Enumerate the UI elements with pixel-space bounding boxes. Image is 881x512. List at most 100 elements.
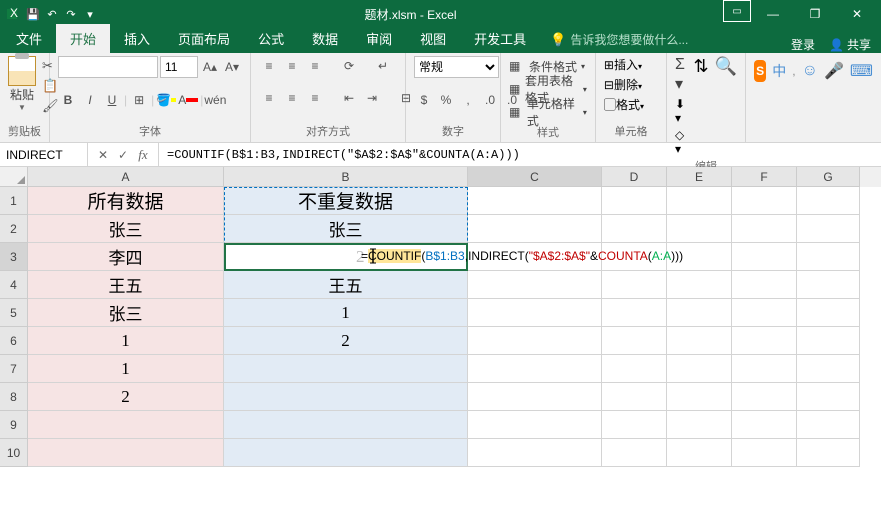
tab-home[interactable]: 开始 <box>56 24 110 53</box>
enter-formula-icon[interactable]: ✓ <box>114 148 132 162</box>
save-icon[interactable]: 💾 <box>25 6 41 22</box>
row-header-6[interactable]: 6 <box>0 327 28 355</box>
bold-button[interactable]: B <box>58 90 78 110</box>
row-header-1[interactable]: 1 <box>0 187 28 215</box>
cell-c7[interactable] <box>468 355 602 383</box>
cell-e2[interactable] <box>667 215 732 243</box>
row-header-4[interactable]: 4 <box>0 271 28 299</box>
row-header-2[interactable]: 2 <box>0 215 28 243</box>
cell-a1[interactable]: 所有数据 <box>28 187 224 215</box>
cell-f2[interactable] <box>732 215 797 243</box>
sort-filter-icon[interactable]: ⇅ <box>693 56 708 77</box>
orientation-icon[interactable]: ⟳ <box>339 56 359 76</box>
restore-button[interactable]: ❐ <box>795 0 835 28</box>
row-header-8[interactable]: 8 <box>0 383 28 411</box>
sogou-ime-icon[interactable]: S <box>754 60 766 82</box>
cell-d6[interactable] <box>602 327 667 355</box>
align-center-icon[interactable]: ≡ <box>282 88 302 108</box>
cell-g2[interactable] <box>797 215 860 243</box>
cell-g10[interactable] <box>797 439 860 467</box>
cell-c6[interactable] <box>468 327 602 355</box>
tab-data[interactable]: 数据 <box>298 24 352 53</box>
qat-dropdown-icon[interactable]: ▾ <box>82 6 98 22</box>
ime-chinese-icon[interactable]: 中 <box>772 61 786 81</box>
cell-c10[interactable] <box>468 439 602 467</box>
accounting-format-icon[interactable]: $ <box>414 90 434 110</box>
cell-g4[interactable] <box>797 271 860 299</box>
align-left-icon[interactable]: ≡ <box>259 88 279 108</box>
cancel-formula-icon[interactable]: ✕ <box>94 148 112 162</box>
increase-indent-icon[interactable]: ⇥ <box>362 88 382 108</box>
cell-f7[interactable] <box>732 355 797 383</box>
spreadsheet-grid[interactable]: A B C D E F G 1 2 3 4 5 6 7 8 9 10 所有数据 … <box>0 167 881 512</box>
cell-d2[interactable] <box>602 215 667 243</box>
cell-e1[interactable] <box>667 187 732 215</box>
cell-f9[interactable] <box>732 411 797 439</box>
comma-format-icon[interactable]: , <box>458 90 478 110</box>
tab-file[interactable]: 文件 <box>2 24 56 53</box>
cell-f6[interactable] <box>732 327 797 355</box>
fill-color-button[interactable]: 🪣 <box>156 90 176 110</box>
col-header-g[interactable]: G <box>797 167 860 187</box>
cell-f1[interactable] <box>732 187 797 215</box>
minimize-button[interactable]: — <box>753 0 793 28</box>
cell-b8[interactable] <box>224 383 468 411</box>
cell-d8[interactable] <box>602 383 667 411</box>
cell-d4[interactable] <box>602 271 667 299</box>
tab-developer[interactable]: 开发工具 <box>460 24 540 53</box>
cell-g5[interactable] <box>797 299 860 327</box>
row-header-5[interactable]: 5 <box>0 299 28 327</box>
row-header-9[interactable]: 9 <box>0 411 28 439</box>
align-right-icon[interactable]: ≡ <box>305 88 325 108</box>
tell-me-search[interactable]: 💡告诉我您想要做什么... <box>540 26 791 53</box>
cell-d7[interactable] <box>602 355 667 383</box>
cell-d10[interactable] <box>602 439 667 467</box>
cell-a4[interactable]: 王五 <box>28 271 224 299</box>
cell-f3[interactable] <box>732 243 797 271</box>
cell-e10[interactable] <box>667 439 732 467</box>
increase-font-icon[interactable]: A▴ <box>200 57 220 77</box>
ime-emoji-icon[interactable]: ☺ <box>802 62 818 80</box>
cell-b2[interactable]: 张三 <box>224 215 468 243</box>
cell-a3[interactable]: 李四 <box>28 243 224 271</box>
align-bottom-icon[interactable]: ≡ <box>305 56 325 76</box>
cell-styles-button[interactable]: ▦单元格样式▾ <box>509 102 587 122</box>
cell-b10[interactable] <box>224 439 468 467</box>
row-header-10[interactable]: 10 <box>0 439 28 467</box>
cell-e5[interactable] <box>667 299 732 327</box>
col-header-e[interactable]: E <box>667 167 732 187</box>
excel-app-icon[interactable]: X <box>6 6 22 22</box>
increase-decimal-icon[interactable]: .0 <box>480 90 500 110</box>
cell-b4[interactable]: 王五 <box>224 271 468 299</box>
col-header-c[interactable]: C <box>468 167 602 187</box>
col-header-b[interactable]: B <box>224 167 468 187</box>
cell-g1[interactable] <box>797 187 860 215</box>
cell-b9[interactable] <box>224 411 468 439</box>
cell-g3[interactable] <box>797 243 860 271</box>
wrap-text-icon[interactable]: ↵ <box>373 56 393 76</box>
cell-d1[interactable] <box>602 187 667 215</box>
share-button[interactable]: 👤共享 <box>829 36 871 53</box>
cell-b1[interactable]: 不重复数据 <box>224 187 468 215</box>
border-button[interactable]: ⊞ <box>129 90 149 110</box>
align-top-icon[interactable]: ≡ <box>259 56 279 76</box>
decrease-indent-icon[interactable]: ⇤ <box>339 88 359 108</box>
insert-function-icon[interactable]: fx <box>134 147 152 163</box>
cell-a10[interactable] <box>28 439 224 467</box>
font-color-button[interactable]: A <box>178 90 198 110</box>
cell-e7[interactable] <box>667 355 732 383</box>
col-header-a[interactable]: A <box>28 167 224 187</box>
ime-keyboard-icon[interactable]: ⌨ <box>850 61 873 81</box>
col-header-f[interactable]: F <box>732 167 797 187</box>
ribbon-display-icon[interactable]: ▭ <box>723 0 751 22</box>
insert-cells-button[interactable]: ⊞插入▾ <box>604 56 642 73</box>
font-size-input[interactable] <box>160 56 198 78</box>
cell-g8[interactable] <box>797 383 860 411</box>
paste-button[interactable]: 粘贴 ▼ <box>8 56 36 112</box>
formula-input[interactable]: =COUNTIF(B$1:B3,INDIRECT("$A$2:$A$"&COUN… <box>159 143 881 166</box>
tab-insert[interactable]: 插入 <box>110 24 164 53</box>
percent-format-icon[interactable]: % <box>436 90 456 110</box>
cell-f5[interactable] <box>732 299 797 327</box>
tab-review[interactable]: 审阅 <box>352 24 406 53</box>
underline-button[interactable]: U <box>102 90 122 110</box>
